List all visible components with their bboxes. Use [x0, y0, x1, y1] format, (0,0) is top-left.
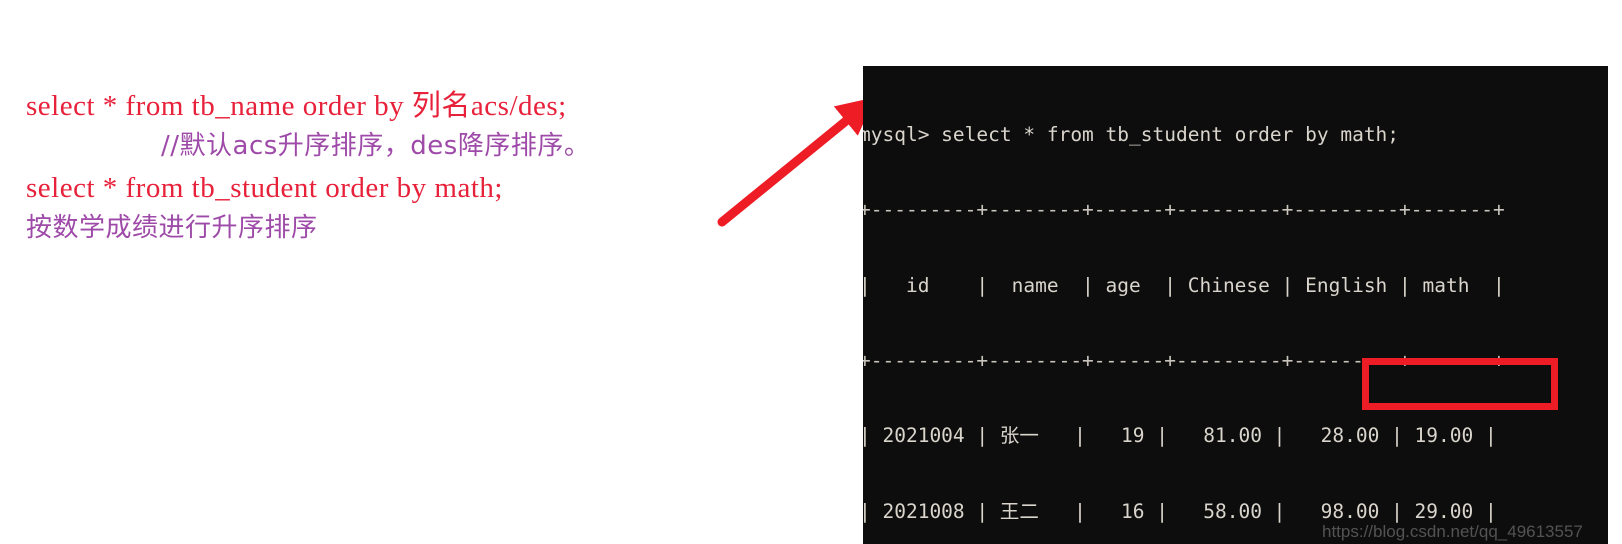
highlight-rectangle: [1362, 358, 1558, 410]
terminal-prompt-line: mysql> select * from tb_student order by…: [863, 123, 1400, 147]
table-row: | 2021008 | 王二 | 16 | 58.00 | 98.00 | 29…: [863, 499, 1497, 523]
watermark-url: https://blog.csdn.net/qq_49613557: [1322, 522, 1583, 541]
mysql-terminal-window[interactable]: mysql> select * from tb_student order by…: [863, 66, 1608, 544]
annotation-line-example-query: select * from tb_student order by math;: [26, 172, 503, 204]
table-rule-top: +---------+--------+------+---------+---…: [863, 198, 1505, 222]
terminal-output: mysql> select * from tb_student order by…: [863, 72, 1505, 544]
annotation-line-description: 按数学成绩进行升序排序: [26, 213, 318, 243]
annotation-line-comment: //默认acs升序排序，des降序排序。: [161, 131, 591, 161]
table-header-row: | id | name | age | Chinese | English | …: [863, 273, 1505, 297]
annotation-block: select * from tb_name order by 列名acs/des…: [26, 92, 786, 256]
annotation-line-generic-syntax: select * from tb_name order by 列名acs/des…: [26, 90, 567, 122]
table-row: | 2021004 | 张一 | 19 | 81.00 | 28.00 | 19…: [863, 424, 1497, 448]
